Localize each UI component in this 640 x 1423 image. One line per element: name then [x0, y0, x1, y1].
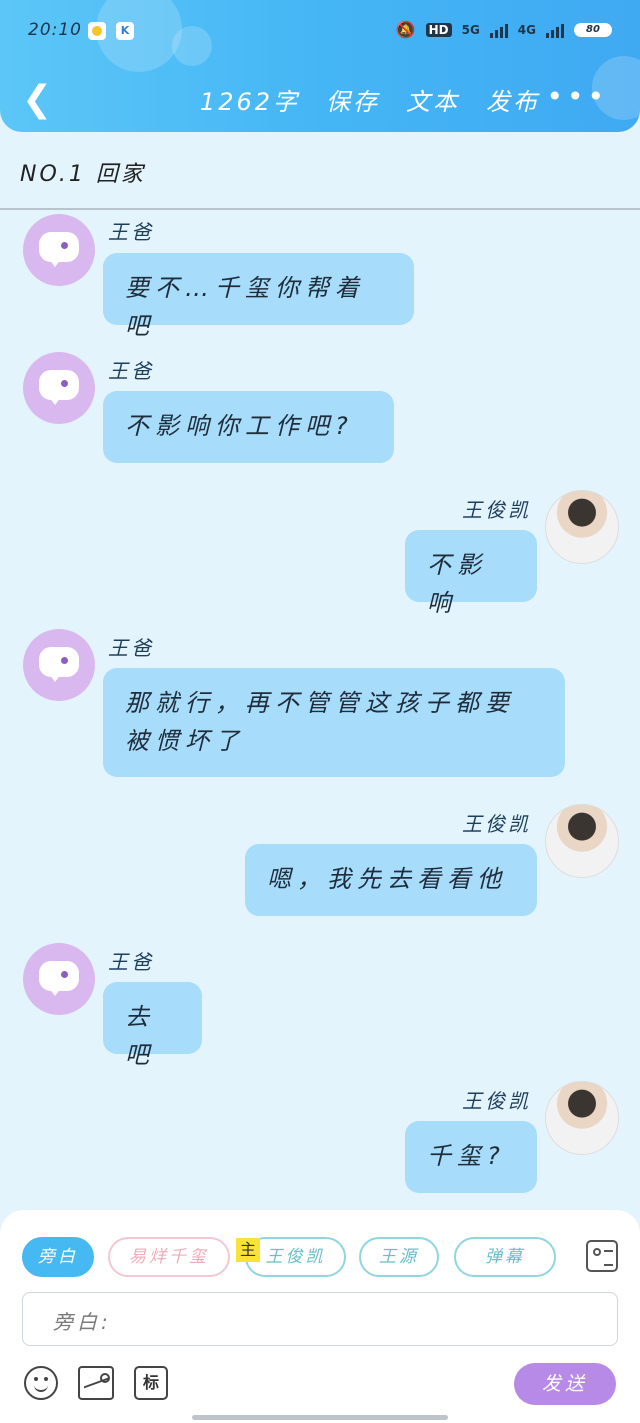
chat-bubble[interactable]: 不影响 [405, 530, 537, 617]
sender-name: 王俊凯 [462, 1089, 531, 1113]
save-button[interactable]: 保存 [326, 82, 380, 117]
role-chip-wang-yuan[interactable]: 王源 [359, 1237, 439, 1277]
publish-button[interactable]: 发布 [486, 82, 540, 117]
mute-bell-icon: 🔕 [395, 20, 416, 39]
chat-bubble[interactable]: 嗯，我先去看看他 [245, 844, 537, 916]
header-actions: 1262字 保存 文本 发布 [200, 82, 540, 117]
notification-app-icon [88, 22, 106, 40]
message-input[interactable]: 旁白: [22, 1292, 618, 1346]
top-toolbar: ❮ 1262字 保存 文本 发布 ••• [0, 76, 640, 124]
main-role-tag: 主 [236, 1238, 260, 1262]
chapter-header[interactable]: NO.1 回家 [0, 132, 640, 210]
send-button[interactable]: 发送 [514, 1363, 616, 1405]
hd-badge: HD [425, 22, 452, 37]
bot-avatar[interactable] [23, 352, 95, 424]
status-right: 🔕 HD 5G 4G 80 [396, 20, 612, 39]
sender-name: 王俊凯 [462, 498, 531, 522]
chat-bubble[interactable]: 那就行，再不管管这孩子都要被惯坏了 [103, 668, 565, 777]
chat-bubble[interactable]: 要不…千玺你帮着吧 [103, 253, 414, 340]
input-placeholder: 旁白: [53, 1310, 112, 1334]
user-avatar[interactable] [545, 804, 619, 878]
word-count: 1262字 [199, 88, 300, 116]
role-chip-wang-junkai[interactable]: 王俊凯 [245, 1237, 346, 1277]
chapter-title: NO.1 回家 [20, 162, 146, 187]
user-avatar[interactable] [545, 490, 619, 564]
sender-name: 王爸 [108, 359, 154, 383]
user-avatar[interactable] [545, 1081, 619, 1155]
chat-bubble[interactable]: 去吧 [103, 982, 202, 1069]
text-button[interactable]: 文本 [406, 82, 460, 117]
sender-name: 王爸 [108, 636, 154, 660]
contact-card-icon[interactable] [586, 1240, 618, 1272]
back-arrow-icon[interactable]: ❮ [22, 82, 52, 118]
signal-icon [489, 22, 508, 38]
sender-name: 王爸 [108, 220, 154, 244]
chat-bubble[interactable]: 不影响你工作吧? [103, 391, 394, 463]
role-chip-narration[interactable]: 旁白 [22, 1237, 94, 1277]
mark-icon[interactable]: 标 [134, 1366, 168, 1400]
bot-avatar[interactable] [23, 214, 95, 286]
bot-avatar[interactable] [23, 943, 95, 1015]
composer-panel: 旁白 易烊千玺 主 王俊凯 王源 弹幕 旁白: 标 发送 [0, 1210, 640, 1423]
sender-name: 王俊凯 [462, 812, 531, 836]
status-bar: 20:10 K 🔕 HD 5G 4G 80 [28, 18, 612, 46]
image-icon[interactable] [78, 1366, 114, 1400]
app-header: 20:10 K 🔕 HD 5G 4G 80 ❮ 1262字 保存 文本 发布 •… [0, 0, 640, 132]
home-indicator[interactable] [192, 1415, 448, 1420]
network-4g: 4G [517, 22, 536, 37]
notification-k-icon: K [116, 22, 134, 40]
network-5g: 5G [461, 22, 480, 37]
battery-icon: 80 [574, 22, 612, 37]
more-menu-icon[interactable]: ••• [546, 80, 608, 113]
emoji-icon[interactable] [24, 1366, 58, 1400]
signal-icon [546, 22, 564, 38]
bot-avatar[interactable] [23, 629, 95, 701]
sender-name: 王爸 [108, 950, 154, 974]
chat-bubble[interactable]: 千玺? [405, 1121, 537, 1193]
role-chip-yi-yang[interactable]: 易烊千玺 [108, 1237, 230, 1277]
status-time: 20:10 [28, 20, 82, 40]
role-chip-curtain[interactable]: 弹幕 [454, 1237, 556, 1277]
